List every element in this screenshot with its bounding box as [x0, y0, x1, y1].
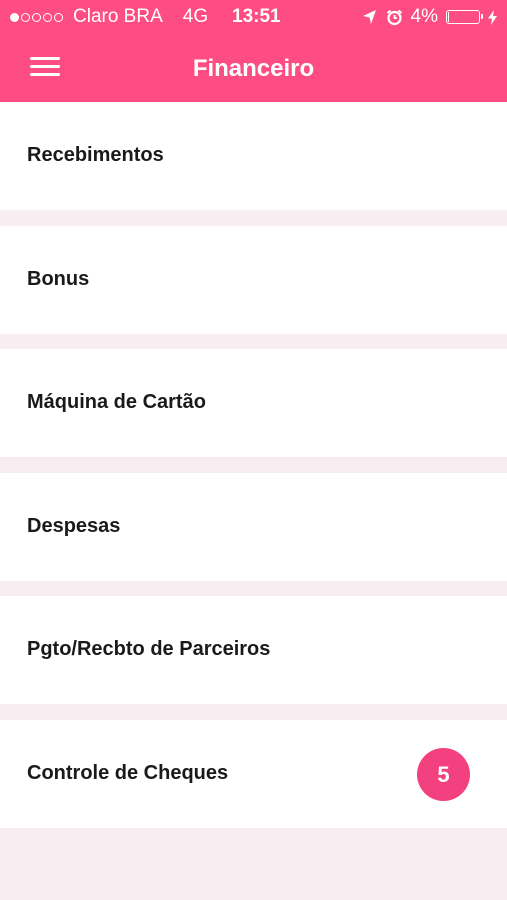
status-right: 4%: [362, 6, 497, 28]
battery-percent: 4%: [410, 6, 438, 27]
status-left: Claro BRA 4G: [10, 6, 208, 28]
signal-dot: [32, 12, 41, 22]
signal-dot: [10, 12, 19, 22]
status-time: 13:51: [232, 6, 281, 27]
carrier-name: Claro BRA: [73, 6, 163, 27]
battery-fill: [448, 12, 449, 22]
menu-item-recebimentos[interactable]: Recebimentos: [0, 102, 507, 210]
menu-item-label: Recebimentos: [27, 144, 164, 166]
menu-item-label: Bonus: [27, 268, 90, 290]
menu-item-controle-de-cheques[interactable]: Controle de Cheques 5: [0, 720, 507, 828]
page-title: Financeiro: [192, 55, 315, 82]
menu-item-label: Controle de Cheques: [27, 762, 229, 784]
signal-strength-icon: [10, 12, 63, 22]
status-bar: Claro BRA 4G 13:51 4%: [0, 0, 507, 34]
signal-dot: [43, 12, 52, 22]
menu-item-label: Pgto/Recbto de Parceiros: [27, 638, 271, 660]
menu-item-label: Despesas: [27, 515, 121, 537]
alarm-clock-icon: [386, 9, 402, 25]
count-badge: 5: [417, 748, 470, 801]
battery-icon: [446, 10, 483, 24]
location-arrow-icon: [362, 10, 376, 24]
menu-item-despesas[interactable]: Despesas: [0, 473, 507, 581]
menu-item-maquina-de-cartao[interactable]: Máquina de Cartão: [0, 349, 507, 457]
signal-dot: [54, 12, 63, 22]
charging-bolt-icon: [488, 9, 497, 25]
menu-item-label: Máquina de Cartão: [27, 391, 206, 413]
menu-item-bonus[interactable]: Bonus: [0, 226, 507, 334]
signal-dot: [21, 12, 30, 22]
network-type: 4G: [182, 6, 209, 27]
nav-bar: Financeiro: [0, 34, 507, 102]
menu-item-parceiros[interactable]: Pgto/Recbto de Parceiros: [0, 596, 507, 704]
